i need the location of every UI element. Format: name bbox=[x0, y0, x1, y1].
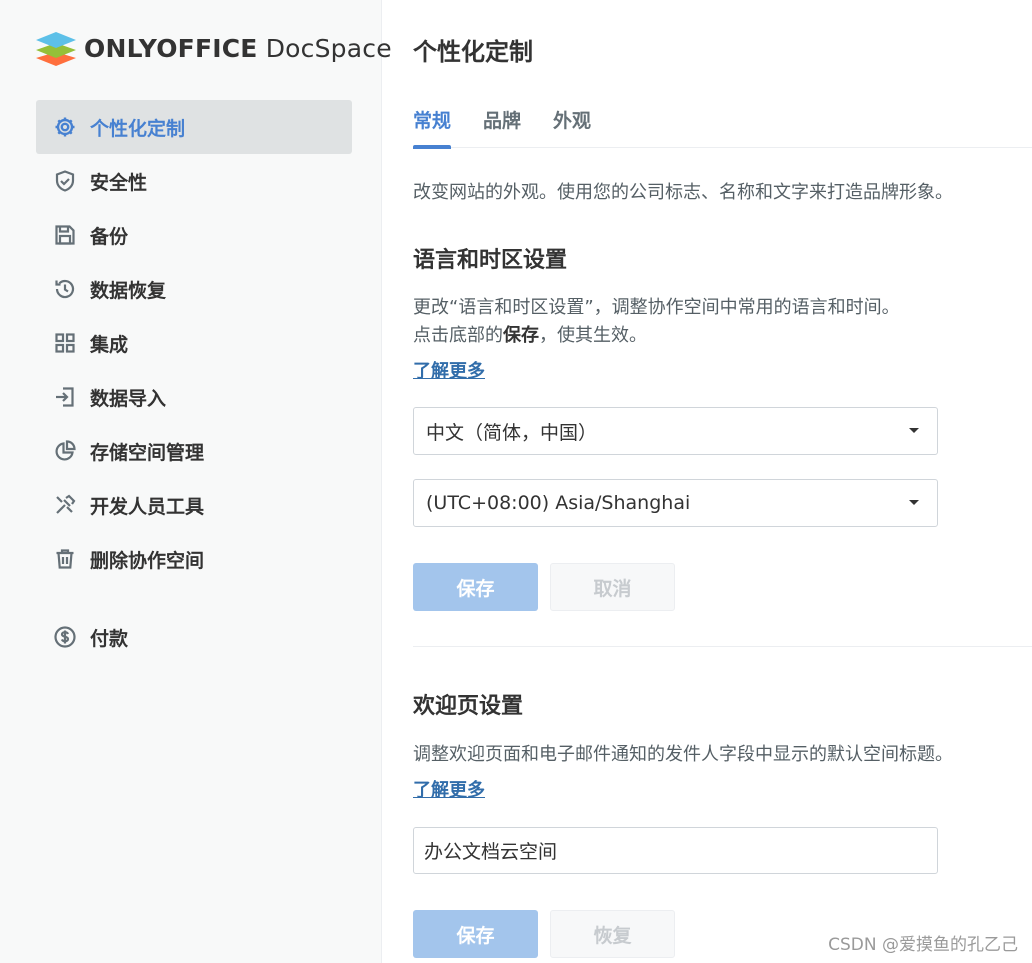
sidebar-item-label: 存储空间管理 bbox=[90, 441, 205, 464]
tab-bar: 常规 品牌 外观 bbox=[413, 106, 1032, 149]
sidebar-item-label: 付款 bbox=[90, 627, 129, 650]
page-intro: 改变网站的外观。使用您的公司标志、名称和文字来打造品牌形象。 bbox=[413, 182, 953, 203]
pie-chart-icon bbox=[52, 438, 78, 464]
sidebar-item-label: 备份 bbox=[90, 225, 129, 248]
sidebar-item-label: 个性化定制 bbox=[90, 117, 186, 140]
sidebar-item-label: 集成 bbox=[90, 333, 129, 356]
welcome-section-title: 欢迎页设置 bbox=[413, 694, 524, 719]
grid-icon bbox=[52, 330, 78, 356]
chevron-down-icon bbox=[909, 500, 919, 505]
language-section-title: 语言和时区设置 bbox=[413, 248, 568, 273]
tab-appearance[interactable]: 外观 bbox=[553, 106, 591, 148]
sidebar-item-storage[interactable]: 存储空间管理 bbox=[36, 424, 352, 478]
app-logo[interactable]: ONLYOFFICE DocSpace bbox=[36, 30, 392, 66]
sidebar-item-security[interactable]: 安全性 bbox=[36, 154, 352, 208]
sidebar-item-label: 数据恢复 bbox=[90, 279, 167, 302]
app-name-regular: DocSpace bbox=[257, 33, 392, 63]
trash-icon bbox=[52, 546, 78, 572]
welcome-title-input[interactable] bbox=[413, 827, 938, 874]
hint-prefix: 点击底部的 bbox=[413, 325, 503, 346]
sidebar-item-label: 数据导入 bbox=[90, 387, 167, 410]
sidebar-item-customization[interactable]: 个性化定制 bbox=[36, 100, 352, 154]
language-save-button[interactable]: 保存 bbox=[413, 563, 538, 611]
welcome-learn-more-link[interactable]: 了解更多 bbox=[413, 776, 485, 802]
main-content: 个性化定制 常规 品牌 外观 改变网站的外观。使用您的公司标志、名称和文字来打造… bbox=[383, 0, 1032, 963]
language-section-hint: 点击底部的保存，使其生效。 bbox=[413, 321, 647, 351]
sidebar-item-backup[interactable]: 备份 bbox=[36, 208, 352, 262]
sidebar-item-payments[interactable]: 付款 bbox=[36, 610, 352, 664]
language-section-desc: 更改“语言和时区设置”，调整协作空间中常用的语言和时间。 bbox=[413, 297, 900, 318]
welcome-section-desc: 调整欢迎页面和电子邮件通知的发件人字段中显示的默认空间标题。 bbox=[413, 744, 953, 765]
sidebar-item-developer-tools[interactable]: 开发人员工具 bbox=[36, 478, 352, 532]
watermark: CSDN @爱摸鱼的孔乙己 bbox=[828, 935, 1018, 955]
history-icon bbox=[52, 276, 78, 302]
sidebar-item-label: 删除协作空间 bbox=[90, 549, 205, 572]
shield-icon bbox=[52, 168, 78, 194]
sidebar-item-delete-space[interactable]: 删除协作空间 bbox=[36, 532, 352, 586]
section-divider bbox=[413, 646, 1032, 647]
hint-suffix: ，使其生效。 bbox=[539, 325, 647, 346]
hint-bold: 保存 bbox=[503, 325, 539, 346]
welcome-restore-button[interactable]: 恢复 bbox=[550, 910, 675, 958]
dollar-icon bbox=[52, 624, 78, 650]
floppy-icon bbox=[52, 222, 78, 248]
welcome-save-button[interactable]: 保存 bbox=[413, 910, 538, 958]
tab-branding[interactable]: 品牌 bbox=[483, 106, 521, 148]
language-cancel-button[interactable]: 取消 bbox=[550, 563, 675, 611]
sidebar-item-data-import[interactable]: 数据导入 bbox=[36, 370, 352, 424]
gear-icon bbox=[52, 114, 78, 140]
onlyoffice-logo-icon bbox=[36, 32, 76, 66]
sidebar-item-restore[interactable]: 数据恢复 bbox=[36, 262, 352, 316]
import-icon bbox=[52, 384, 78, 410]
sidebar-item-integration[interactable]: 集成 bbox=[36, 316, 352, 370]
chevron-down-icon bbox=[909, 428, 919, 433]
language-select[interactable]: 中文（简体，中国） bbox=[413, 407, 938, 455]
sidebar: ONLYOFFICE DocSpace 个性化定制 安全性 备份 数据恢复 集成… bbox=[0, 0, 392, 963]
sidebar-item-label: 安全性 bbox=[90, 171, 148, 194]
sidebar-item-label: 开发人员工具 bbox=[90, 495, 205, 518]
language-select-value: 中文（简体，中国） bbox=[426, 421, 598, 444]
tab-general[interactable]: 常规 bbox=[413, 106, 452, 149]
page-title: 个性化定制 bbox=[413, 38, 533, 66]
timezone-select[interactable]: (UTC+08:00) Asia/Shanghai bbox=[413, 479, 938, 527]
timezone-select-value: (UTC+08:00) Asia/Shanghai bbox=[426, 492, 691, 514]
tools-icon bbox=[52, 492, 78, 518]
language-learn-more-link[interactable]: 了解更多 bbox=[413, 357, 485, 383]
app-name: ONLYOFFICE DocSpace bbox=[84, 34, 392, 63]
app-name-bold: ONLYOFFICE bbox=[84, 33, 258, 63]
